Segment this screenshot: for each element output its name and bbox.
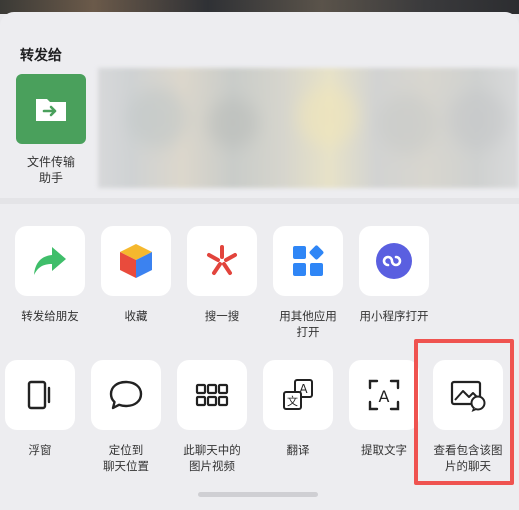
favorite-cube-icon <box>120 244 152 278</box>
action-label: 此聊天中的 图片视频 <box>183 443 241 473</box>
action-float-window[interactable]: 浮窗 <box>0 360 80 458</box>
blurred-contacts <box>98 68 519 188</box>
file-transfer-icon <box>16 74 86 144</box>
action-label: 转发给朋友 <box>21 309 79 323</box>
mini-program-icon <box>376 243 412 279</box>
action-forward-to-friend[interactable]: 转发给朋友 <box>10 226 90 324</box>
forward-contacts-row: 文件传输 助手 <box>0 68 519 192</box>
action-translate[interactable]: A 文 翻译 <box>258 360 338 458</box>
action-search[interactable]: 搜一搜 <box>182 226 262 324</box>
search-one-icon <box>207 245 237 275</box>
action-locate-in-chat[interactable]: 定位到 聊天位置 <box>86 360 166 474</box>
translate-icon: A 文 <box>283 379 313 410</box>
action-tile <box>187 226 257 296</box>
action-tile <box>91 360 161 430</box>
action-tile <box>15 226 85 296</box>
action-label: 浮窗 <box>28 443 52 457</box>
grid-icon <box>195 383 229 407</box>
action-chat-images-videos[interactable]: 此聊天中的 图片视频 <box>172 360 252 474</box>
action-label: 用小程序打开 <box>359 309 429 323</box>
actions-row-1: 转发给朋友 收藏 搜一搜 用其他应用 打开 用小程序打开 <box>0 226 519 346</box>
highlight-box <box>414 339 514 485</box>
action-tile <box>177 360 247 430</box>
action-open-other-app[interactable]: 用其他应用 打开 <box>268 226 348 340</box>
action-open-mini-program[interactable]: 用小程序打开 <box>354 226 434 324</box>
action-label: 收藏 <box>124 309 148 323</box>
action-tile <box>359 226 429 296</box>
section-title: 转发给 <box>20 48 62 64</box>
action-label: 翻译 <box>286 443 310 457</box>
other-app-icon <box>293 245 324 276</box>
action-tile <box>273 226 343 296</box>
contact-name: 文件传输 助手 <box>26 155 75 185</box>
chat-bubble-icon <box>109 380 143 410</box>
forward-arrow-icon <box>34 247 66 275</box>
action-label: 提取文字 <box>361 443 407 457</box>
action-tile <box>101 226 171 296</box>
home-indicator <box>198 492 318 497</box>
action-extract-text[interactable]: A 提取文字 <box>344 360 424 458</box>
contact-file-transfer[interactable]: 文件传输 助手 <box>14 74 88 186</box>
action-label: 用其他应用 打开 <box>279 309 337 339</box>
action-tile: A 文 <box>263 360 333 430</box>
action-label: 搜一搜 <box>204 309 240 323</box>
action-favorite[interactable]: 收藏 <box>96 226 176 324</box>
action-tile: A <box>349 360 419 430</box>
section-divider <box>0 198 519 204</box>
float-window-icon <box>27 380 51 410</box>
extract-text-icon: A <box>368 379 400 411</box>
svg-text:A: A <box>379 387 390 406</box>
action-tile <box>5 360 75 430</box>
action-label: 定位到 聊天位置 <box>103 443 149 473</box>
svg-text:文: 文 <box>287 394 298 408</box>
